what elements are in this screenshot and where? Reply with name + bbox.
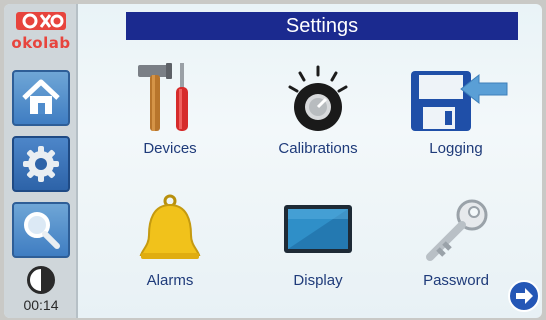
display-tile[interactable]: Display: [258, 192, 378, 304]
calibrations-label: Calibrations: [278, 140, 358, 157]
logging-tile[interactable]: Logging: [396, 60, 516, 172]
key-icon: [426, 199, 488, 261]
password-tile[interactable]: Password: [396, 192, 516, 304]
settings-button[interactable]: [12, 136, 70, 192]
logo-mark-icon: [16, 12, 66, 30]
okolab-logo: okolab: [10, 10, 72, 66]
display-label: Display: [293, 272, 343, 289]
page-title: Settings: [285, 14, 359, 37]
home-icon: [22, 79, 60, 114]
page-title-bar: Settings: [126, 12, 518, 40]
tools-icon: [138, 63, 188, 131]
home-button[interactable]: [12, 70, 70, 126]
contrast-icon[interactable]: [27, 266, 55, 294]
search-button[interactable]: [12, 202, 70, 258]
brand-name: okolab: [11, 34, 71, 52]
alarms-tile[interactable]: Alarms: [110, 192, 230, 304]
gear-icon: [23, 146, 59, 182]
sidebar: okolab 00:14: [4, 4, 78, 318]
knob-icon: [288, 65, 348, 131]
devices-tile[interactable]: Devices: [110, 60, 230, 172]
calibrations-tile[interactable]: Calibrations: [258, 60, 378, 172]
password-label: Password: [423, 272, 489, 289]
logging-label: Logging: [429, 140, 483, 157]
bell-icon: [139, 194, 201, 259]
next-page-button[interactable]: [508, 280, 540, 312]
device-screen: okolab 00:14 Settings Devices Calibratio…: [4, 4, 542, 318]
floppy-disk-icon: [411, 71, 508, 131]
alarms-label: Alarms: [146, 272, 194, 289]
magnifier-icon: [24, 212, 60, 249]
monitor-icon: [284, 205, 352, 253]
devices-label: Devices: [143, 140, 197, 157]
clock: 00:14: [23, 297, 59, 313]
arrow-right-icon: [516, 288, 533, 304]
